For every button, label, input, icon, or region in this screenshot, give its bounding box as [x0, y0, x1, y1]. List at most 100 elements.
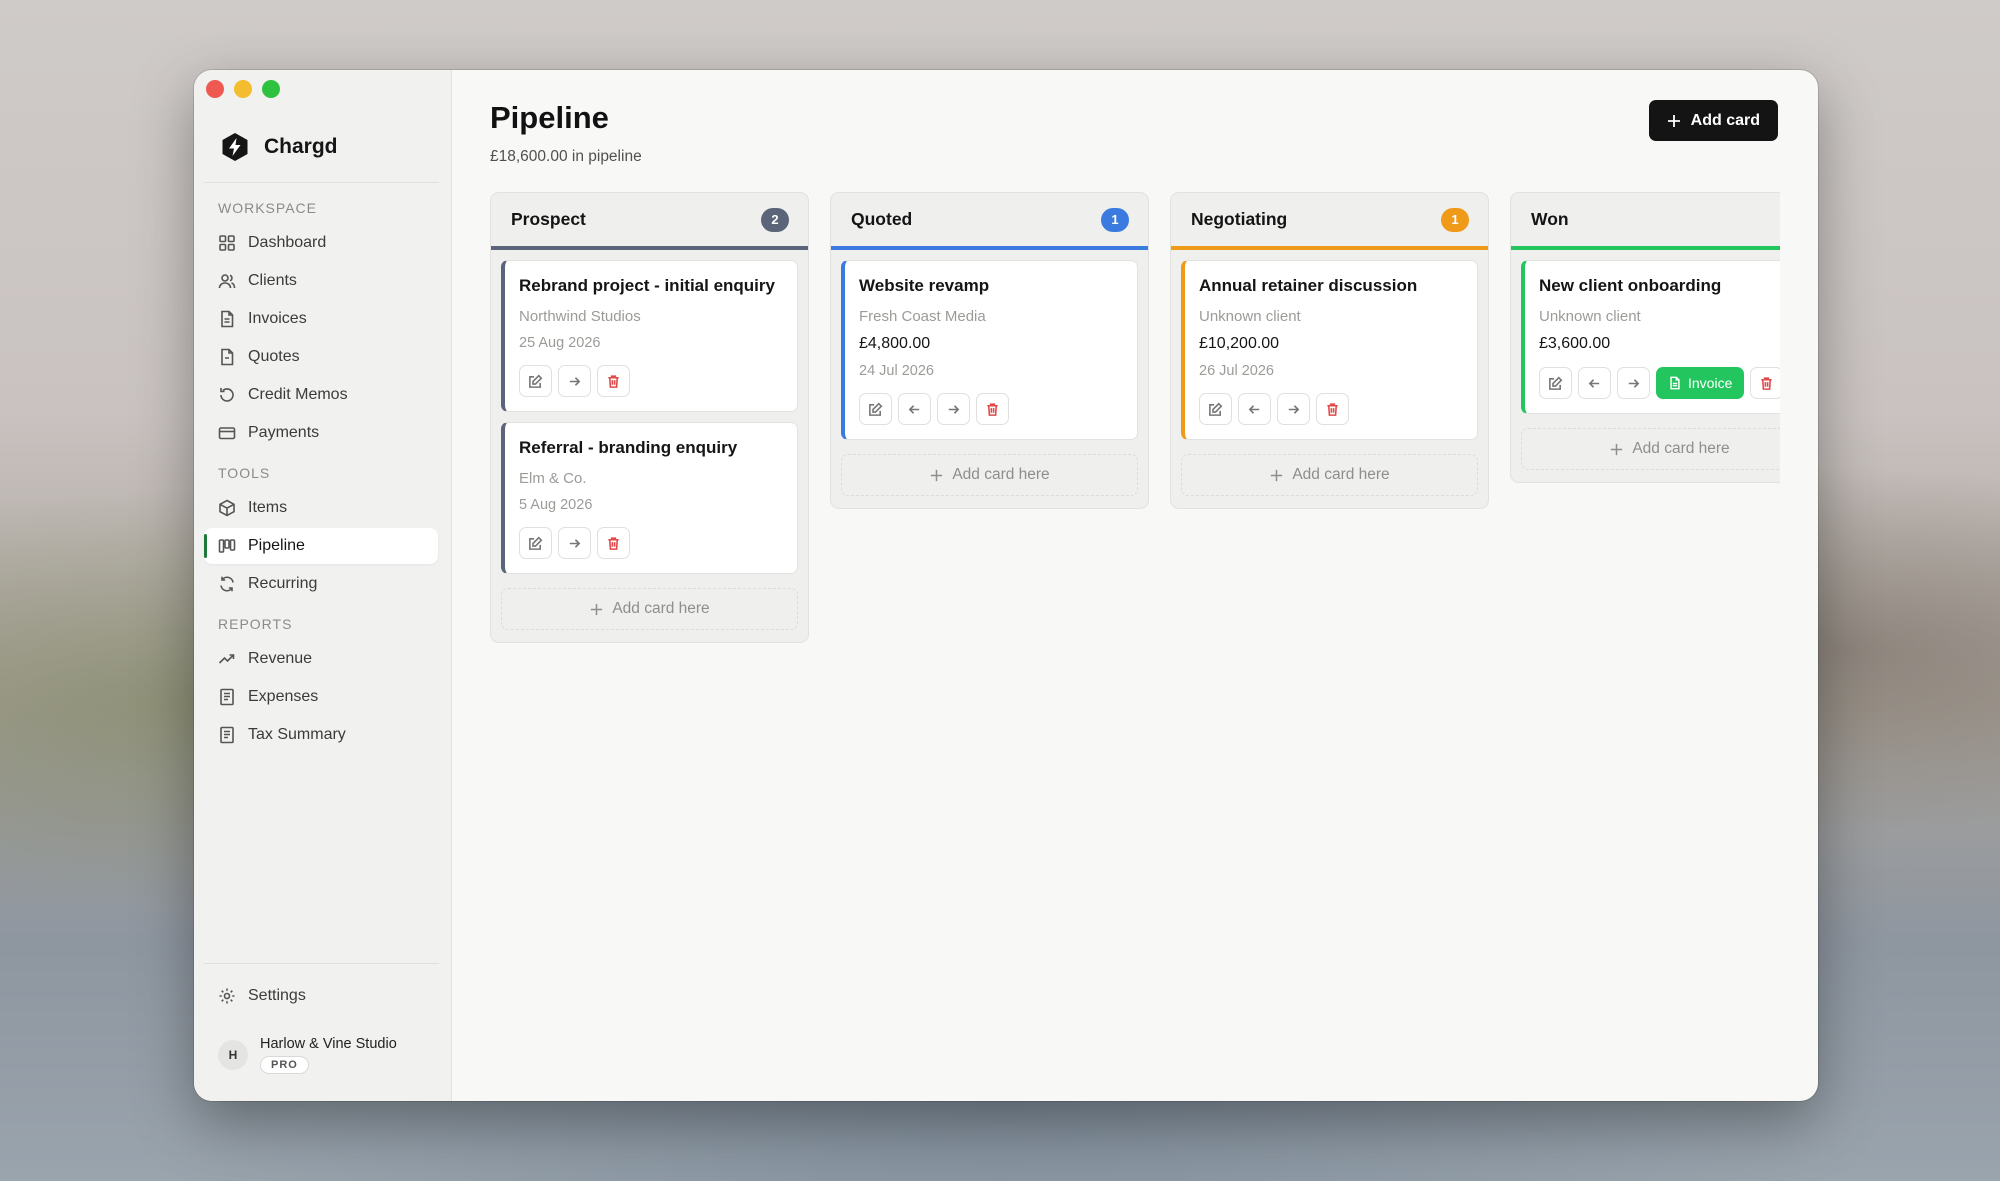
- sidebar-item-dashboard[interactable]: Dashboard: [204, 225, 438, 261]
- column-count-badge: 1: [1441, 207, 1469, 232]
- sidebar-item-settings[interactable]: Settings: [204, 978, 438, 1014]
- plus-icon: [1667, 114, 1680, 127]
- column-title: Won: [1531, 209, 1569, 229]
- delete-card-button[interactable]: [597, 527, 630, 559]
- undo-icon: [220, 388, 234, 402]
- deal-card[interactable]: Annual retainer discussion Unknown client…: [1181, 260, 1478, 440]
- column-title: Quoted: [851, 209, 913, 229]
- user-name: Harlow & Vine Studio: [260, 1036, 397, 1052]
- trash-icon: [608, 536, 619, 550]
- sidebar-item-clients[interactable]: Clients: [204, 263, 438, 299]
- arrow-left-icon: [908, 404, 920, 414]
- card-actions: Invoice: [1539, 367, 1780, 399]
- page-title: Pipeline: [490, 100, 609, 135]
- app-name: Chargd: [264, 135, 338, 158]
- sidebar-item-label: Items: [248, 499, 288, 516]
- pipeline-board: Prospect 2 Rebrand project - initial enqui…: [490, 192, 1780, 1092]
- create-invoice-button[interactable]: Invoice: [1656, 367, 1745, 399]
- edit-icon: [1549, 376, 1563, 390]
- card-client: Elm & Co.: [519, 470, 587, 487]
- section-label-workspace: WORKSPACE: [218, 200, 317, 216]
- move-right-button[interactable]: [1617, 367, 1650, 399]
- deal-card[interactable]: Referral - branding enquiry Elm & Co. 5 Au…: [501, 422, 798, 574]
- delete-card-button[interactable]: [597, 365, 630, 397]
- card-title: Rebrand project - initial enquiry: [519, 276, 775, 295]
- move-right-button[interactable]: [1277, 393, 1310, 425]
- edit-card-button[interactable]: [519, 365, 552, 397]
- section-label-tools: TOOLS: [218, 465, 271, 481]
- trending-up-icon: [218, 654, 235, 664]
- delete-card-button[interactable]: [1750, 367, 1780, 399]
- card-actions: [519, 365, 783, 397]
- move-left-button[interactable]: [1578, 367, 1611, 399]
- add-card-here-button[interactable]: Add card here: [1521, 428, 1780, 470]
- sidebar-item-quotes[interactable]: Quotes: [204, 339, 438, 375]
- users-icon: [218, 274, 236, 289]
- sidebar-item-tax-summary[interactable]: Tax Summary: [204, 717, 438, 753]
- user-profile[interactable]: H Harlow & Vine Studio PRO: [218, 1036, 397, 1074]
- sidebar-item-label: Expenses: [248, 688, 319, 705]
- column-count-badge: 1: [1101, 207, 1129, 232]
- brand[interactable]: Chargd: [220, 132, 338, 162]
- card-date: 24 Jul 2026: [859, 363, 934, 379]
- move-right-button[interactable]: [558, 527, 591, 559]
- card-client: Unknown client: [1539, 308, 1641, 325]
- card-actions: [519, 527, 783, 559]
- deal-card[interactable]: Website revamp Fresh Coast Media £4,800.00…: [841, 260, 1138, 440]
- lightning-logo-icon: [222, 133, 248, 161]
- card-title: New client onboarding: [1539, 276, 1722, 295]
- edit-card-button[interactable]: [1199, 393, 1232, 425]
- card-amount: £10,200.00: [1199, 335, 1280, 352]
- delete-card-button[interactable]: [1316, 393, 1349, 425]
- add-card-button[interactable]: Add card: [1648, 100, 1778, 141]
- arrow-right-icon: [1288, 404, 1300, 414]
- minimize-window-button[interactable]: [234, 80, 252, 98]
- settings-label: Settings: [248, 987, 306, 1004]
- sidebar-item-payments[interactable]: Payments: [204, 415, 438, 451]
- window-controls: [206, 80, 280, 98]
- move-left-button[interactable]: [898, 393, 931, 425]
- sidebar-item-expenses[interactable]: Expenses: [204, 679, 438, 715]
- card-actions: [859, 393, 1123, 425]
- move-right-button[interactable]: [937, 393, 970, 425]
- plus-icon: [931, 469, 943, 481]
- add-card-here-button[interactable]: Add card here: [841, 454, 1138, 496]
- sidebar-item-credit-memos[interactable]: Credit Memos: [204, 377, 438, 413]
- edit-card-button[interactable]: [1539, 367, 1572, 399]
- column-header: Won: [1511, 193, 1780, 250]
- deal-card[interactable]: Rebrand project - initial enquiry Northwi…: [501, 260, 798, 412]
- trash-icon: [1761, 376, 1773, 390]
- move-right-button[interactable]: [558, 365, 591, 397]
- plus-icon: [591, 603, 603, 615]
- box-icon: [219, 499, 235, 517]
- column-header: Prospect 2: [491, 193, 808, 250]
- pipeline-total: £18,600.00 in pipeline: [490, 148, 642, 165]
- edit-icon: [529, 374, 543, 388]
- delete-card-button[interactable]: [976, 393, 1009, 425]
- sidebar-item-revenue[interactable]: Revenue: [204, 641, 438, 677]
- main-content: Pipeline £18,600.00 in pipeline Add card…: [452, 70, 1818, 1101]
- pipeline-icon: [218, 539, 236, 553]
- add-card-here-button[interactable]: Add card here: [1181, 454, 1478, 496]
- edit-card-button[interactable]: [859, 393, 892, 425]
- avatar: H: [218, 1040, 248, 1070]
- move-left-button[interactable]: [1238, 393, 1271, 425]
- card-amount: £4,800.00: [859, 335, 931, 352]
- trash-icon: [1327, 402, 1338, 416]
- pipeline-column-negotiating: Negotiating 1 Annual retainer discussion Un…: [1170, 192, 1489, 509]
- edit-icon: [1209, 402, 1223, 416]
- add-card-here-button[interactable]: Add card here: [501, 588, 798, 630]
- sidebar-item-items[interactable]: Items: [204, 490, 438, 526]
- app-window: Chargd WORKSPACE Dashboard Clients Invoi…: [194, 70, 1818, 1101]
- deal-card[interactable]: New client onboarding Unknown client £3,60…: [1521, 260, 1780, 414]
- sidebar-item-pipeline[interactable]: Pipeline: [204, 528, 438, 564]
- sidebar-item-recurring[interactable]: Recurring: [204, 566, 438, 602]
- column-count-badge: 2: [761, 207, 789, 232]
- section-label-reports: REPORTS: [218, 616, 293, 632]
- zoom-window-button[interactable]: [262, 80, 280, 98]
- close-window-button[interactable]: [206, 80, 224, 98]
- edit-card-button[interactable]: [519, 527, 552, 559]
- sidebar-item-invoices[interactable]: Invoices: [204, 301, 438, 337]
- sidebar: Chargd WORKSPACE Dashboard Clients Invoi…: [194, 70, 452, 1101]
- add-card-here-label: Add card here: [1292, 466, 1390, 483]
